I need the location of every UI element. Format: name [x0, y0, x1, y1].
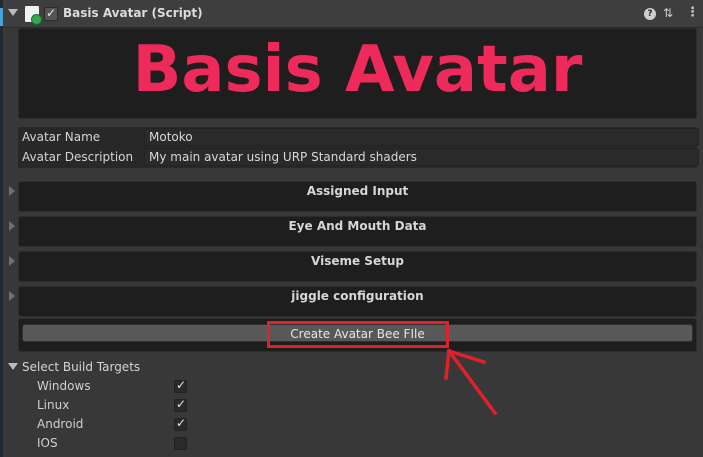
checkmark-icon: ✓ [176, 397, 187, 411]
component-enabled-checkbox[interactable]: ✓ [44, 6, 58, 21]
section-jiggle-configuration-label: jiggle configuration [291, 289, 424, 303]
target-windows-checkbox[interactable]: ✓ [174, 378, 187, 393]
viseme-setup-foldout-icon[interactable] [9, 256, 15, 266]
target-linux-checkbox[interactable]: ✓ [174, 397, 187, 412]
target-android-checkbox[interactable]: ✓ [174, 416, 187, 431]
assigned-input-foldout-icon[interactable] [9, 186, 15, 196]
build-targets-heading[interactable]: Select Build Targets [22, 360, 140, 374]
section-eye-mouth-data-label: Eye And Mouth Data [288, 219, 427, 233]
kebab-menu-icon[interactable]: ⋮ [686, 5, 699, 20]
target-ios-label: IOS [37, 436, 58, 450]
section-assigned-input-label: Assigned Input [306, 184, 409, 198]
jiggle-foldout-icon[interactable] [9, 291, 15, 301]
annotation-highlight-box [267, 321, 449, 348]
component-title: Basis Avatar (Script) [63, 6, 203, 20]
section-viseme-setup-label: Viseme Setup [311, 254, 404, 268]
help-icon[interactable]: ? [644, 8, 656, 20]
checkmark-icon: ✓ [46, 6, 57, 20]
eye-mouth-foldout-icon[interactable] [9, 221, 15, 231]
avatar-name-field[interactable]: Motoko [144, 128, 699, 146]
script-icon [25, 6, 42, 25]
avatar-description-label: Avatar Description [22, 150, 134, 164]
red-arrow-annotation-icon [444, 348, 498, 416]
presets-icon[interactable]: ⇅ [663, 6, 673, 20]
checkmark-icon: ✓ [176, 378, 187, 392]
build-targets-foldout-icon[interactable] [8, 363, 18, 370]
component-foldout-arrow-icon[interactable] [8, 9, 18, 16]
target-android-label: Android [37, 417, 84, 431]
target-linux-label: Linux [37, 398, 70, 412]
window-edge [0, 0, 3, 457]
banner-title: Basis Avatar [132, 33, 583, 107]
checkmark-icon: ✓ [176, 416, 187, 430]
avatar-name-label: Avatar Name [22, 130, 101, 144]
target-windows-label: Windows [37, 379, 91, 393]
avatar-description-field[interactable]: My main avatar using URP Standard shader… [144, 148, 699, 166]
target-ios-checkbox[interactable] [174, 437, 187, 450]
